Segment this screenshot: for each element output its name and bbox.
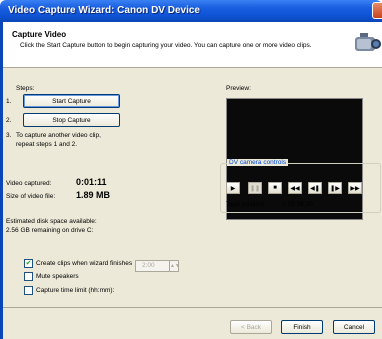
rewind-icon[interactable]: ◀◀ <box>288 182 302 194</box>
preview-label: Preview: <box>226 85 251 92</box>
create-clips-label: Create clips when wizard finishes <box>36 260 133 267</box>
tape-position-value: 0:25:39:20 <box>282 201 313 208</box>
stop-capture-button[interactable]: Stop Capture <box>23 113 120 127</box>
spinner-arrows-icon[interactable]: ▲▼ <box>169 261 180 271</box>
video-captured-value: 0:01:11 <box>76 177 107 187</box>
wizard-header: Capture Video Click the Start Capture bu… <box>3 22 382 68</box>
time-limit-checkbox[interactable] <box>24 286 33 295</box>
dv-camera-controls-label: DV camera controls <box>227 159 289 166</box>
step-3-number: 3. <box>6 132 12 139</box>
time-limit-spinner[interactable]: 2:00 ▲▼ <box>135 260 180 272</box>
time-limit-label: Capture time limit (hh:mm): <box>36 287 115 294</box>
camcorder-icon <box>355 33 381 51</box>
step-forward-icon[interactable]: ❚▶ <box>328 182 342 194</box>
step-1-number: 1. <box>6 98 12 105</box>
close-window-button[interactable] <box>372 2 382 19</box>
finish-button[interactable]: Finish <box>281 320 323 334</box>
start-capture-button[interactable]: Start Capture <box>23 94 120 108</box>
play-icon[interactable]: ▶ <box>226 182 240 194</box>
video-captured-label: Video captured: <box>6 180 52 187</box>
step-3-text-line1: To capture another video clip, <box>16 132 101 139</box>
header-subtitle: Click the Start Capture button to begin … <box>20 42 312 49</box>
video-size-value: 1.89 MB <box>76 190 111 200</box>
pause-icon[interactable]: ❚❚ <box>248 182 262 194</box>
time-limit-value: 2:00 <box>142 262 155 269</box>
mute-speakers-label: Mute speakers <box>36 273 79 280</box>
step-3-text-line2: repeat steps 1 and 2. <box>16 141 78 148</box>
fast-forward-icon[interactable]: ▶▶ <box>348 182 362 194</box>
disk-space-value: 2.56 GB remaining on drive C: <box>6 227 94 234</box>
header-title: Capture Video <box>12 30 67 39</box>
window-title: Video Capture Wizard: Canon DV Device <box>8 5 200 16</box>
mute-speakers-checkbox[interactable] <box>24 272 33 281</box>
stop-icon[interactable]: ■ <box>268 182 282 194</box>
tape-position-label: Tape position: <box>226 201 267 208</box>
title-bar: Video Capture Wizard: Canon DV Device <box>0 0 382 22</box>
video-size-label: Size of video file: <box>6 193 56 200</box>
footer-divider <box>3 307 382 308</box>
step-2-number: 2. <box>6 117 12 124</box>
steps-label: Steps: <box>16 85 35 92</box>
back-button[interactable]: < Back <box>230 320 272 334</box>
cancel-button[interactable]: Cancel <box>333 320 375 334</box>
create-clips-checkbox[interactable]: ✔ <box>24 259 33 268</box>
step-back-icon[interactable]: ◀❚ <box>308 182 322 194</box>
disk-space-label: Estimated disk space available: <box>6 218 97 225</box>
